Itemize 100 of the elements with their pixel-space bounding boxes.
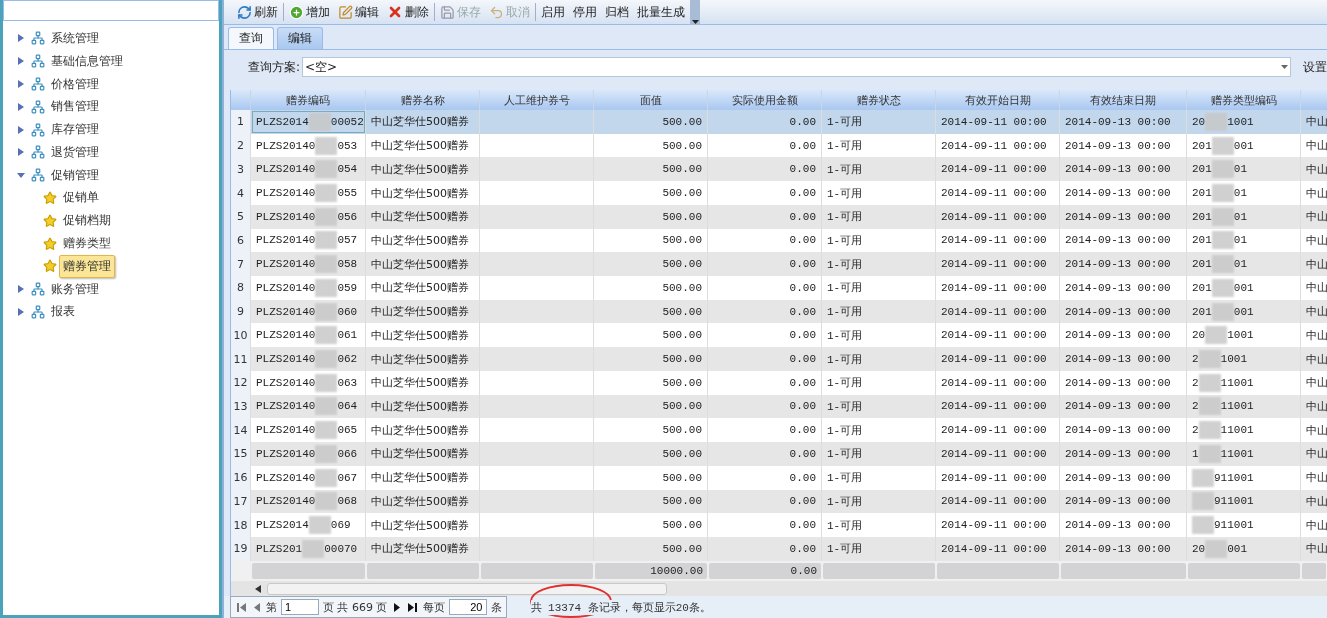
row-number: 14 (231, 418, 251, 443)
table-cell: 中山芝华仕500赠券 (366, 536, 480, 561)
summary-cell (1302, 562, 1326, 579)
page-count: 页 共 669 页 (323, 599, 388, 615)
table-cell: PLZS20140 066 (251, 442, 366, 466)
column-header[interactable]: 人工维护券号 (480, 90, 594, 110)
query-scheme-select[interactable]: <空> (302, 57, 1291, 77)
table-cell: 中山芝华仕500赠券 (366, 157, 480, 182)
settings-link[interactable]: 设置 (1303, 58, 1327, 76)
more-button[interactable] (690, 0, 700, 25)
column-header[interactable]: 面值 (594, 90, 708, 110)
column-header[interactable]: 赠券类型编码 (1187, 90, 1301, 110)
tree-item[interactable]: 基础信息管理 (47, 49, 127, 73)
tree-item[interactable]: 价格管理 (47, 72, 103, 96)
table-cell: 中山芝华仕500赠券 (366, 252, 480, 277)
tree-item[interactable]: 促销档期 (59, 209, 115, 233)
org-chart-icon (31, 122, 45, 137)
toolbar-button[interactable]: 归档 (602, 1, 632, 23)
expand-arrow-icon[interactable] (17, 80, 25, 88)
tree-item[interactable]: 退货管理 (47, 140, 103, 164)
toolbar-button[interactable]: 批量生成 (634, 1, 688, 23)
redaction-blur (1205, 539, 1228, 558)
table-cell: 500.00 (594, 299, 708, 324)
tree-item[interactable]: 赠券管理 (59, 254, 115, 278)
column-header[interactable]: 有效开始日期 (936, 90, 1060, 110)
redaction-blur (1211, 231, 1234, 250)
search-field[interactable] (3, 0, 219, 21)
tree-item[interactable]: 报表 (47, 300, 79, 324)
table-cell: 1-可用 (822, 204, 936, 229)
scrollbar-thumb[interactable] (267, 582, 667, 595)
scroll-left-icon[interactable] (255, 584, 261, 593)
page-label: 第 (266, 599, 277, 615)
table-cell: 201 001 (1187, 299, 1301, 324)
expand-arrow-icon[interactable] (17, 57, 25, 66)
column-header[interactable]: 赠券状态 (822, 90, 936, 110)
table-cell: 中山 (1301, 299, 1327, 324)
previous-page-button[interactable] (252, 602, 262, 612)
redaction-blur (315, 302, 338, 321)
column-header[interactable]: 实际使用金额 (708, 90, 822, 110)
column-header[interactable]: 赠券名称 (366, 90, 480, 110)
table-cell: 2014-09-13 00:00 (1060, 252, 1187, 277)
redaction-blur (1198, 373, 1221, 392)
expand-arrow-icon[interactable] (17, 285, 25, 294)
previous-icon (254, 602, 260, 612)
row-number: 17 (231, 489, 251, 514)
tree-item[interactable]: 赠券类型 (59, 232, 115, 256)
tree-item[interactable]: 促销单 (59, 186, 103, 210)
table-cell: 中山芝华仕500赠券 (366, 110, 480, 134)
toolbar-button[interactable]: 刷新 (234, 1, 281, 23)
table-cell: 0.00 (708, 299, 822, 324)
redaction-blur (315, 184, 338, 202)
collapse-arrow-icon[interactable] (17, 171, 25, 180)
table-cell: 500.00 (594, 347, 708, 371)
column-header[interactable]: 有效结束日期 (1060, 90, 1187, 110)
table-cell: 2014-09-13 00:00 (1060, 110, 1187, 134)
tab[interactable]: 查询 (228, 27, 274, 49)
row-number: 9 (231, 299, 251, 324)
summary-cell: 10000.00 (595, 562, 707, 579)
row-number: 8 (231, 276, 251, 300)
toolbar-button[interactable]: 编辑 (335, 1, 382, 23)
table-cell: 2014-09-11 00:00 (936, 536, 1060, 561)
tree-item[interactable]: 系统管理 (47, 26, 103, 50)
expand-arrow-icon[interactable] (17, 307, 25, 316)
redaction-blur (315, 350, 338, 369)
table-cell: 2014-09-11 00:00 (936, 299, 1060, 324)
toolbar-button[interactable]: 启用 (538, 1, 568, 23)
redaction-blur (1205, 112, 1228, 131)
toolbar-button[interactable]: 删除 (384, 1, 432, 23)
column-header[interactable]: 赠券编码 (251, 90, 366, 110)
redaction-blur (315, 136, 338, 155)
expand-arrow-icon[interactable] (17, 102, 25, 111)
first-page-button[interactable] (235, 602, 248, 612)
last-page-button[interactable] (405, 602, 419, 612)
table-cell: PLZS20140 054 (251, 157, 366, 182)
tab[interactable]: 编辑 (277, 27, 323, 49)
redaction-blur (1192, 516, 1214, 535)
table-cell: 2014-09-13 00:00 (1060, 394, 1187, 419)
page-input[interactable]: 1 (281, 599, 319, 615)
redaction-blur (315, 492, 338, 511)
tree-item[interactable]: 促销管理 (47, 163, 103, 187)
refresh-icon (237, 4, 252, 20)
expand-arrow-icon[interactable] (17, 148, 25, 157)
table-cell: 中山芝华仕500赠券 (366, 204, 480, 229)
toolbar-button[interactable]: 停用 (570, 1, 600, 23)
table-cell: 0.00 (708, 442, 822, 466)
next-page-button[interactable] (391, 602, 402, 612)
expand-arrow-icon[interactable] (17, 34, 25, 43)
tree-item[interactable]: 库存管理 (47, 118, 103, 142)
tree-item[interactable]: 销售管理 (47, 95, 103, 119)
expand-arrow-icon[interactable] (17, 125, 25, 134)
row-number: 3 (231, 157, 251, 182)
toolbar-button[interactable]: 增加 (286, 1, 333, 23)
redaction-blur (315, 326, 338, 345)
per-page-input[interactable]: 20 (448, 599, 487, 615)
table-cell: 2014-09-11 00:00 (936, 110, 1060, 134)
table-cell: 2014-09-11 00:00 (936, 489, 1060, 514)
redaction-blur (315, 468, 338, 487)
tree-item[interactable]: 账务管理 (47, 277, 103, 301)
table-cell: 201 01 (1187, 204, 1301, 229)
table-cell: 0.00 (708, 110, 822, 134)
